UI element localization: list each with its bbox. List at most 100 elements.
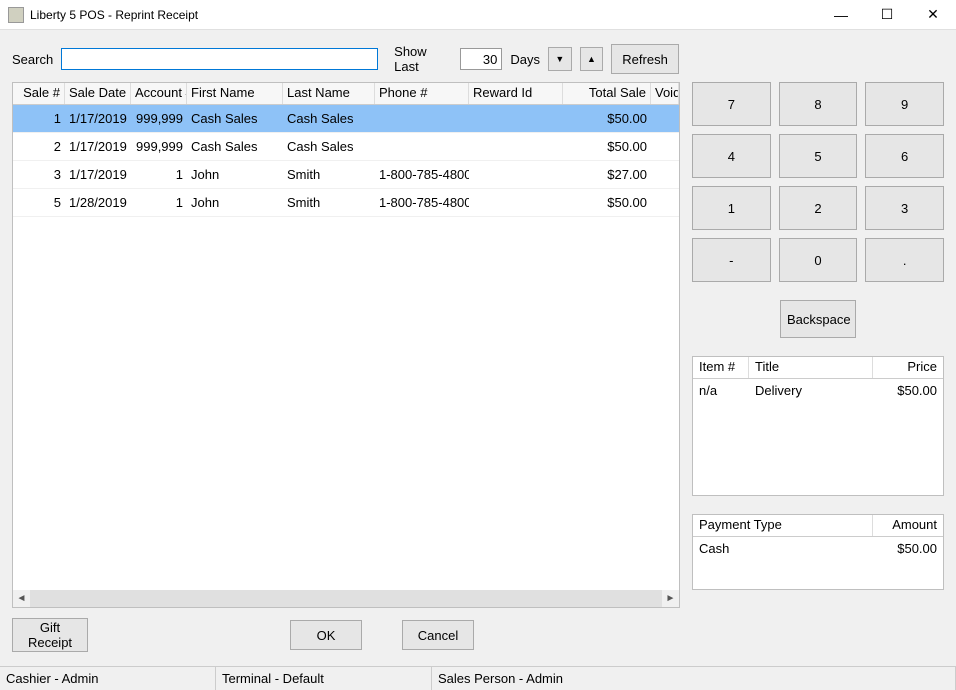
- list-item[interactable]: Cash$50.00: [693, 537, 943, 560]
- table-cell: 1/17/2019: [65, 111, 131, 126]
- col-acct[interactable]: Account #: [131, 83, 187, 104]
- table-row[interactable]: 51/28/20191JohnSmith1-800-785-4800$50.00: [13, 189, 679, 217]
- table-cell: John: [187, 167, 283, 182]
- key-9[interactable]: 9: [865, 82, 944, 126]
- backspace-button[interactable]: Backspace: [780, 300, 856, 338]
- key-dot[interactable]: .: [865, 238, 944, 282]
- toolbar: Search Show Last Days ▼ ▲ Refresh: [0, 30, 956, 82]
- col-item-num[interactable]: Item #: [693, 357, 749, 378]
- key-minus[interactable]: -: [692, 238, 771, 282]
- sales-grid-body: 11/17/2019999,999Cash SalesCash Sales$50…: [13, 105, 679, 217]
- search-label: Search: [12, 52, 53, 67]
- table-cell: 1: [131, 167, 187, 182]
- minimize-button[interactable]: —: [818, 0, 864, 30]
- table-cell: 1: [131, 195, 187, 210]
- horizontal-scrollbar[interactable]: ◄ ►: [13, 590, 679, 607]
- table-cell: Cash Sales: [187, 139, 283, 154]
- key-3[interactable]: 3: [865, 186, 944, 230]
- app-window: Liberty 5 POS - Reprint Receipt — ☐ ✕ Se…: [0, 0, 956, 668]
- items-grid: Item # Title Price n/aDelivery$50.00: [692, 356, 944, 496]
- table-cell: $50.00: [867, 541, 937, 556]
- table-cell: Delivery: [755, 383, 867, 398]
- sales-grid: Sale # Sale Date Account # First Name La…: [12, 82, 680, 608]
- spin-down-button[interactable]: ▼: [548, 47, 572, 71]
- table-cell: Cash: [699, 541, 867, 556]
- scroll-left-icon[interactable]: ◄: [13, 590, 30, 607]
- key-6[interactable]: 6: [865, 134, 944, 178]
- col-total[interactable]: Total Sale: [563, 83, 651, 104]
- close-button[interactable]: ✕: [910, 0, 956, 30]
- sales-grid-header: Sale # Sale Date Account # First Name La…: [13, 83, 679, 105]
- spin-up-button[interactable]: ▲: [580, 47, 604, 71]
- col-item-title[interactable]: Title: [749, 357, 873, 378]
- col-date[interactable]: Sale Date: [65, 83, 131, 104]
- content-area: Search Show Last Days ▼ ▲ Refresh Sale #…: [0, 30, 956, 666]
- table-cell: 1-800-785-4800: [375, 195, 469, 210]
- app-icon: [8, 7, 24, 23]
- table-cell: Smith: [283, 167, 375, 182]
- status-salesperson: Sales Person - Admin: [432, 667, 956, 690]
- ok-button[interactable]: OK: [290, 620, 362, 650]
- days-label: Days: [510, 52, 540, 67]
- col-void[interactable]: Void: [651, 83, 679, 104]
- refresh-button[interactable]: Refresh: [611, 44, 679, 74]
- key-1[interactable]: 1: [692, 186, 771, 230]
- col-phone[interactable]: Phone #: [375, 83, 469, 104]
- status-cashier: Cashier - Admin: [0, 667, 216, 690]
- table-cell: Cash Sales: [283, 139, 375, 154]
- right-column: 7 8 9 4 5 6 1 2 3 - 0 . Backspace: [692, 82, 944, 608]
- items-grid-body: n/aDelivery$50.00: [693, 379, 943, 402]
- table-cell: 1: [13, 111, 65, 126]
- showlast-input[interactable]: [460, 48, 502, 70]
- table-row[interactable]: 21/17/2019999,999Cash SalesCash Sales$50…: [13, 133, 679, 161]
- table-cell: n/a: [699, 383, 755, 398]
- numeric-keypad: 7 8 9 4 5 6 1 2 3 - 0 .: [692, 82, 944, 282]
- table-cell: $50.00: [563, 195, 651, 210]
- col-item-price[interactable]: Price: [873, 357, 943, 378]
- maximize-button[interactable]: ☐: [864, 0, 910, 30]
- cancel-button[interactable]: Cancel: [402, 620, 474, 650]
- table-cell: 1/28/2019: [65, 195, 131, 210]
- main-row: Sale # Sale Date Account # First Name La…: [0, 82, 956, 608]
- left-column: Sale # Sale Date Account # First Name La…: [12, 82, 680, 608]
- scroll-right-icon[interactable]: ►: [662, 590, 679, 607]
- col-payment-type[interactable]: Payment Type: [693, 515, 873, 536]
- table-cell: $50.00: [563, 111, 651, 126]
- gift-receipt-button[interactable]: Gift Receipt: [12, 618, 88, 652]
- key-2[interactable]: 2: [779, 186, 858, 230]
- window-title: Liberty 5 POS - Reprint Receipt: [30, 8, 818, 22]
- table-cell: $50.00: [867, 383, 937, 398]
- table-cell: 2: [13, 139, 65, 154]
- table-row[interactable]: 31/17/20191JohnSmith1-800-785-4800$27.00: [13, 161, 679, 189]
- key-0[interactable]: 0: [779, 238, 858, 282]
- col-sale[interactable]: Sale #: [13, 83, 65, 104]
- col-lastname[interactable]: Last Name: [283, 83, 375, 104]
- table-cell: Cash Sales: [283, 111, 375, 126]
- scroll-track[interactable]: [30, 590, 662, 607]
- table-cell: $27.00: [563, 167, 651, 182]
- payments-grid: Payment Type Amount Cash$50.00: [692, 514, 944, 590]
- search-input[interactable]: [61, 48, 378, 70]
- table-cell: 1/17/2019: [65, 139, 131, 154]
- col-reward[interactable]: Reward Id: [469, 83, 563, 104]
- payments-grid-header: Payment Type Amount: [693, 515, 943, 537]
- table-cell: John: [187, 195, 283, 210]
- table-cell: 999,999: [131, 139, 187, 154]
- items-grid-header: Item # Title Price: [693, 357, 943, 379]
- list-item[interactable]: n/aDelivery$50.00: [693, 379, 943, 402]
- table-cell: 999,999: [131, 111, 187, 126]
- table-row[interactable]: 11/17/2019999,999Cash SalesCash Sales$50…: [13, 105, 679, 133]
- col-firstname[interactable]: First Name: [187, 83, 283, 104]
- table-cell: 3: [13, 167, 65, 182]
- key-8[interactable]: 8: [779, 82, 858, 126]
- key-7[interactable]: 7: [692, 82, 771, 126]
- table-cell: $50.00: [563, 139, 651, 154]
- col-payment-amount[interactable]: Amount: [873, 515, 943, 536]
- payments-grid-body: Cash$50.00: [693, 537, 943, 560]
- key-4[interactable]: 4: [692, 134, 771, 178]
- table-cell: 1/17/2019: [65, 167, 131, 182]
- backspace-row: Backspace: [692, 300, 944, 338]
- key-5[interactable]: 5: [779, 134, 858, 178]
- bottom-buttons: Gift Receipt OK Cancel: [0, 608, 956, 666]
- table-cell: Cash Sales: [187, 111, 283, 126]
